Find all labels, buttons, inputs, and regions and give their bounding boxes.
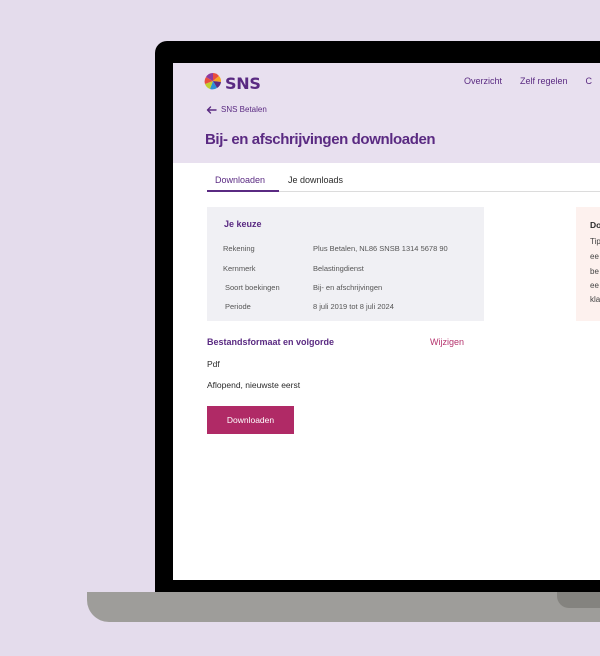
- tab-je-downloads[interactable]: Je downloads: [288, 175, 343, 185]
- row-label-rekening: Rekening: [223, 244, 255, 253]
- row-value-soort-boekingen: Bij- en afschrijvingen: [313, 283, 383, 292]
- info-title: Do: [590, 220, 600, 230]
- info-line: ee: [590, 252, 599, 261]
- nav-item-zelf-regelen[interactable]: Zelf regelen: [520, 76, 568, 86]
- row-value-rekening: Plus Betalen, NL86 SNSB 1314 5678 90: [313, 244, 448, 253]
- info-line: kla: [590, 295, 600, 304]
- info-line: Tip: [590, 237, 600, 246]
- tab-bar: Downloaden Je downloads: [207, 172, 600, 192]
- laptop-base-notch: [557, 592, 600, 608]
- change-format-link[interactable]: Wijzigen: [430, 337, 464, 347]
- back-link[interactable]: SNS Betalen: [206, 105, 267, 114]
- nav-item-overzicht[interactable]: Overzicht: [464, 76, 502, 86]
- nav-item-truncated[interactable]: C: [586, 76, 593, 86]
- stage: SNS Overzicht Zelf regelen C SNS Betalen…: [0, 0, 600, 656]
- row-value-periode: 8 juli 2019 tot 8 juli 2024: [313, 302, 394, 311]
- brand-name: SNS: [225, 74, 261, 93]
- choice-summary-card: Je keuze Rekening Plus Betalen, NL86 SNS…: [207, 207, 484, 321]
- brand-logo[interactable]: SNS: [204, 72, 261, 95]
- download-button[interactable]: Downloaden: [207, 406, 294, 434]
- active-tab-indicator: [207, 190, 279, 192]
- arrow-left-icon: [206, 105, 217, 114]
- tab-downloaden[interactable]: Downloaden: [215, 175, 265, 185]
- row-label-periode: Periode: [225, 302, 251, 311]
- laptop-base: [87, 592, 600, 622]
- format-section-title: Bestandsformaat en volgorde: [207, 337, 335, 347]
- top-nav: Overzicht Zelf regelen C: [464, 76, 600, 86]
- back-link-label: SNS Betalen: [221, 105, 267, 114]
- info-line: be: [590, 267, 599, 276]
- row-value-kernmerk: Belastingdienst: [313, 264, 364, 273]
- row-label-soort-boekingen: Soort boekingen: [225, 283, 280, 292]
- choice-title: Je keuze: [224, 219, 262, 229]
- row-label-kernmerk: Kernmerk: [223, 264, 256, 273]
- page-header: SNS Overzicht Zelf regelen C SNS Betalen…: [173, 63, 600, 163]
- page-title: Bij- en afschrijvingen downloaden: [205, 131, 436, 148]
- sort-order-value: Aflopend, nieuwste eerst: [207, 380, 301, 390]
- info-card: Do Tip ee be ee kla: [576, 207, 600, 321]
- file-format-value: Pdf: [207, 359, 220, 369]
- laptop-screen: SNS Overzicht Zelf regelen C SNS Betalen…: [173, 63, 600, 580]
- info-line: ee: [590, 281, 599, 290]
- sns-pinwheel-icon: [204, 72, 222, 95]
